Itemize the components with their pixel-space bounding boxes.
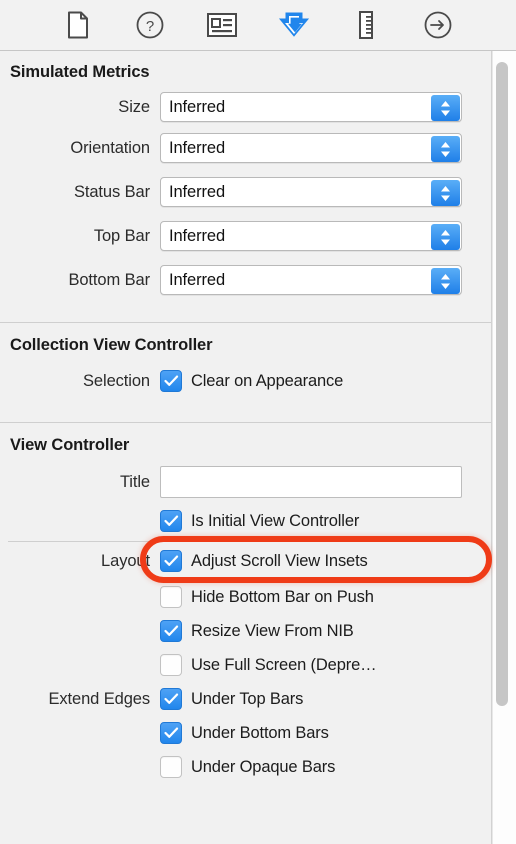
popup-orientation[interactable]: Inferred bbox=[160, 133, 462, 163]
row-layout-0: Layout Adjust Scroll View Insets bbox=[0, 542, 491, 580]
label-bottom-bar: Bottom Bar bbox=[68, 270, 150, 289]
row-is-initial-view-controller: Is Initial View Controller bbox=[0, 501, 491, 541]
checkbox-under-opaque-bars[interactable]: Under Opaque Bars bbox=[160, 756, 335, 778]
empty-checkbox-icon[interactable] bbox=[160, 654, 182, 676]
row-extend-edges-1: Under Bottom Bars bbox=[0, 716, 491, 750]
checkbox-label: Resize View From NIB bbox=[191, 621, 354, 640]
checkmark-icon[interactable] bbox=[160, 688, 182, 710]
label-orientation: Orientation bbox=[70, 138, 150, 157]
checkbox-clear-on-appearance[interactable]: Clear on Appearance bbox=[160, 370, 343, 392]
checkbox-resize-view-from-nib[interactable]: Resize View From NIB bbox=[160, 620, 354, 642]
row-layout-1: Hide Bottom Bar on Push bbox=[0, 580, 491, 614]
file-inspector-icon[interactable] bbox=[56, 8, 100, 42]
checkbox-label: Under Opaque Bars bbox=[191, 757, 336, 776]
section-collection-view-controller: Collection View Controller Selection Cle… bbox=[0, 323, 491, 422]
checkmark-icon[interactable] bbox=[160, 510, 182, 532]
attributes-inspector-icon[interactable] bbox=[272, 8, 316, 42]
popup-status-bar-value: Inferred bbox=[169, 182, 226, 201]
popup-status-bar[interactable]: Inferred bbox=[160, 177, 462, 207]
inspector-toolbar: ? bbox=[0, 0, 516, 51]
checkmark-icon[interactable] bbox=[160, 722, 182, 744]
popup-top-bar-value: Inferred bbox=[169, 226, 226, 245]
checkbox-label: Is Initial View Controller bbox=[191, 511, 360, 530]
checkbox-under-top-bars[interactable]: Under Top Bars bbox=[160, 688, 303, 710]
section-view-controller: View Controller Title Is Initial View Co… bbox=[0, 423, 491, 784]
row-extend-edges-2: Under Opaque Bars bbox=[0, 750, 491, 784]
quick-help-inspector-icon[interactable]: ? bbox=[128, 8, 172, 42]
row-selection: Selection Clear on Appearance bbox=[0, 364, 491, 398]
row-orientation: Orientation Inferred bbox=[0, 126, 491, 170]
checkmark-icon[interactable] bbox=[160, 550, 182, 572]
row-size: Size Inferred bbox=[0, 88, 491, 126]
checkbox-label: Under Bottom Bars bbox=[191, 723, 329, 742]
label-top-bar: Top Bar bbox=[93, 226, 150, 245]
checkbox-label: Use Full Screen (Depre… bbox=[191, 655, 377, 674]
empty-checkbox-icon[interactable] bbox=[160, 756, 182, 778]
checkbox-label: Clear on Appearance bbox=[191, 371, 344, 390]
section-title-collection-view-controller: Collection View Controller bbox=[10, 336, 213, 354]
vertical-scrollbar-thumb[interactable] bbox=[496, 62, 508, 706]
empty-checkbox-icon[interactable] bbox=[160, 586, 182, 608]
identity-inspector-icon[interactable] bbox=[200, 8, 244, 42]
checkbox-hide-bottom-bar-on-push[interactable]: Hide Bottom Bar on Push bbox=[160, 586, 374, 608]
row-layout-3: Use Full Screen (Depre… bbox=[0, 648, 491, 682]
checkmark-icon[interactable] bbox=[160, 620, 182, 642]
checkbox-label: Adjust Scroll View Insets bbox=[191, 551, 368, 570]
chevron-updown-icon[interactable] bbox=[431, 224, 460, 250]
checkmark-icon[interactable] bbox=[160, 370, 182, 392]
popup-size-value: Inferred bbox=[169, 97, 226, 116]
label-extend-edges: Extend Edges bbox=[48, 689, 150, 708]
popup-bottom-bar[interactable]: Inferred bbox=[160, 265, 462, 295]
attributes-inspector-panel: ? Simulated Metrics Size Inferred Orient… bbox=[0, 0, 516, 844]
checkbox-label: Under Top Bars bbox=[191, 689, 304, 708]
svg-text:?: ? bbox=[146, 18, 154, 35]
chevron-updown-icon[interactable] bbox=[431, 136, 460, 162]
title-input[interactable] bbox=[160, 466, 462, 498]
row-layout-2: Resize View From NIB bbox=[0, 614, 491, 648]
chevron-updown-icon[interactable] bbox=[431, 180, 460, 206]
chevron-updown-icon[interactable] bbox=[431, 268, 460, 294]
checkbox-adjust-scroll-view-insets[interactable]: Adjust Scroll View Insets bbox=[160, 550, 368, 572]
popup-bottom-bar-value: Inferred bbox=[169, 270, 226, 289]
popup-top-bar[interactable]: Inferred bbox=[160, 221, 462, 251]
connections-inspector-icon[interactable] bbox=[416, 8, 460, 42]
row-extend-edges-0: Extend Edges Under Top Bars bbox=[0, 682, 491, 716]
checkbox-under-bottom-bars[interactable]: Under Bottom Bars bbox=[160, 722, 329, 744]
popup-size[interactable]: Inferred bbox=[160, 92, 462, 122]
label-selection: Selection bbox=[83, 371, 150, 390]
checkbox-is-initial-view-controller[interactable]: Is Initial View Controller bbox=[160, 510, 359, 532]
row-title: Title bbox=[0, 463, 491, 501]
label-size: Size bbox=[118, 97, 150, 116]
size-inspector-icon[interactable] bbox=[344, 8, 388, 42]
inspector-scroll-area: Simulated Metrics Size Inferred Orientat… bbox=[0, 51, 492, 844]
checkbox-use-full-screen[interactable]: Use Full Screen (Depre… bbox=[160, 654, 377, 676]
section-title-simulated-metrics: Simulated Metrics bbox=[10, 63, 150, 81]
label-status-bar: Status Bar bbox=[73, 182, 150, 201]
row-top-bar: Top Bar Inferred bbox=[0, 214, 491, 258]
checkbox-label: Hide Bottom Bar on Push bbox=[191, 587, 374, 606]
section-simulated-metrics: Simulated Metrics Size Inferred Orientat… bbox=[0, 51, 491, 322]
chevron-updown-icon[interactable] bbox=[431, 95, 460, 121]
popup-orientation-value: Inferred bbox=[169, 138, 226, 157]
section-title-view-controller: View Controller bbox=[10, 436, 130, 454]
label-layout: Layout bbox=[101, 551, 150, 570]
row-bottom-bar: Bottom Bar Inferred bbox=[0, 258, 491, 302]
row-status-bar: Status Bar Inferred bbox=[0, 170, 491, 214]
label-title: Title bbox=[119, 472, 150, 491]
